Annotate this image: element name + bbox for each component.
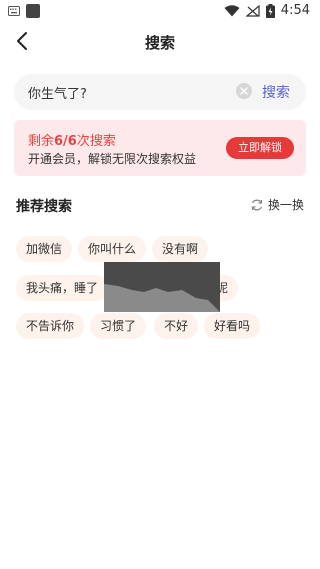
nav-bar: 搜索 bbox=[0, 24, 320, 58]
notification-square-icon bbox=[26, 4, 40, 18]
unlock-button[interactable]: 立即解锁 bbox=[226, 137, 294, 159]
recommend-tag[interactable]: 不好 bbox=[154, 313, 199, 339]
search-bar[interactable]: 你生气了? 搜索 bbox=[14, 74, 306, 110]
search-input[interactable]: 你生气了? bbox=[28, 83, 87, 102]
status-bar: 4:54 bbox=[0, 0, 320, 24]
refresh-icon bbox=[251, 199, 263, 210]
recommend-title: 推荐搜索 bbox=[16, 199, 72, 215]
no-signal-icon bbox=[245, 4, 260, 17]
recommend-tag[interactable]: 你叫什么 bbox=[78, 236, 147, 262]
battery-charging-icon bbox=[265, 3, 275, 18]
remaining-prefix: 剩余 bbox=[28, 134, 55, 149]
recommend-tag[interactable]: 我头痛，睡了 bbox=[16, 275, 109, 301]
recommend-tag[interactable]: 好看吗 bbox=[204, 313, 261, 339]
keyboard-icon bbox=[8, 6, 20, 16]
redacted-overlay bbox=[104, 262, 220, 312]
recommend-tag[interactable]: 没有啊 bbox=[152, 236, 209, 262]
recommend-tag[interactable]: 习惯了 bbox=[90, 313, 147, 339]
remaining-searches: 剩余6/6次搜索 bbox=[28, 130, 116, 149]
remaining-count: 6/6 bbox=[54, 134, 77, 149]
status-time: 4:54 bbox=[280, 3, 310, 18]
vip-description: 开通会员，解锁无限次搜索权益 bbox=[28, 152, 197, 166]
vip-promo-card: 剩余6/6次搜索 开通会员，解锁无限次搜索权益 立即解锁 bbox=[14, 120, 306, 176]
close-icon bbox=[240, 87, 248, 95]
search-button[interactable]: 搜索 bbox=[262, 82, 290, 102]
recommend-tag[interactable]: 加微信 bbox=[16, 236, 73, 262]
refresh-label: 换一换 bbox=[268, 198, 305, 212]
redacted-waveform bbox=[104, 284, 220, 312]
recommend-tag[interactable]: 不告诉你 bbox=[16, 313, 85, 339]
page-title: 搜索 bbox=[144, 34, 175, 52]
refresh-button[interactable]: 换一换 bbox=[250, 196, 304, 213]
wifi-icon bbox=[224, 4, 240, 16]
remaining-suffix: 次搜索 bbox=[76, 134, 116, 149]
clear-search-button[interactable] bbox=[236, 83, 252, 99]
